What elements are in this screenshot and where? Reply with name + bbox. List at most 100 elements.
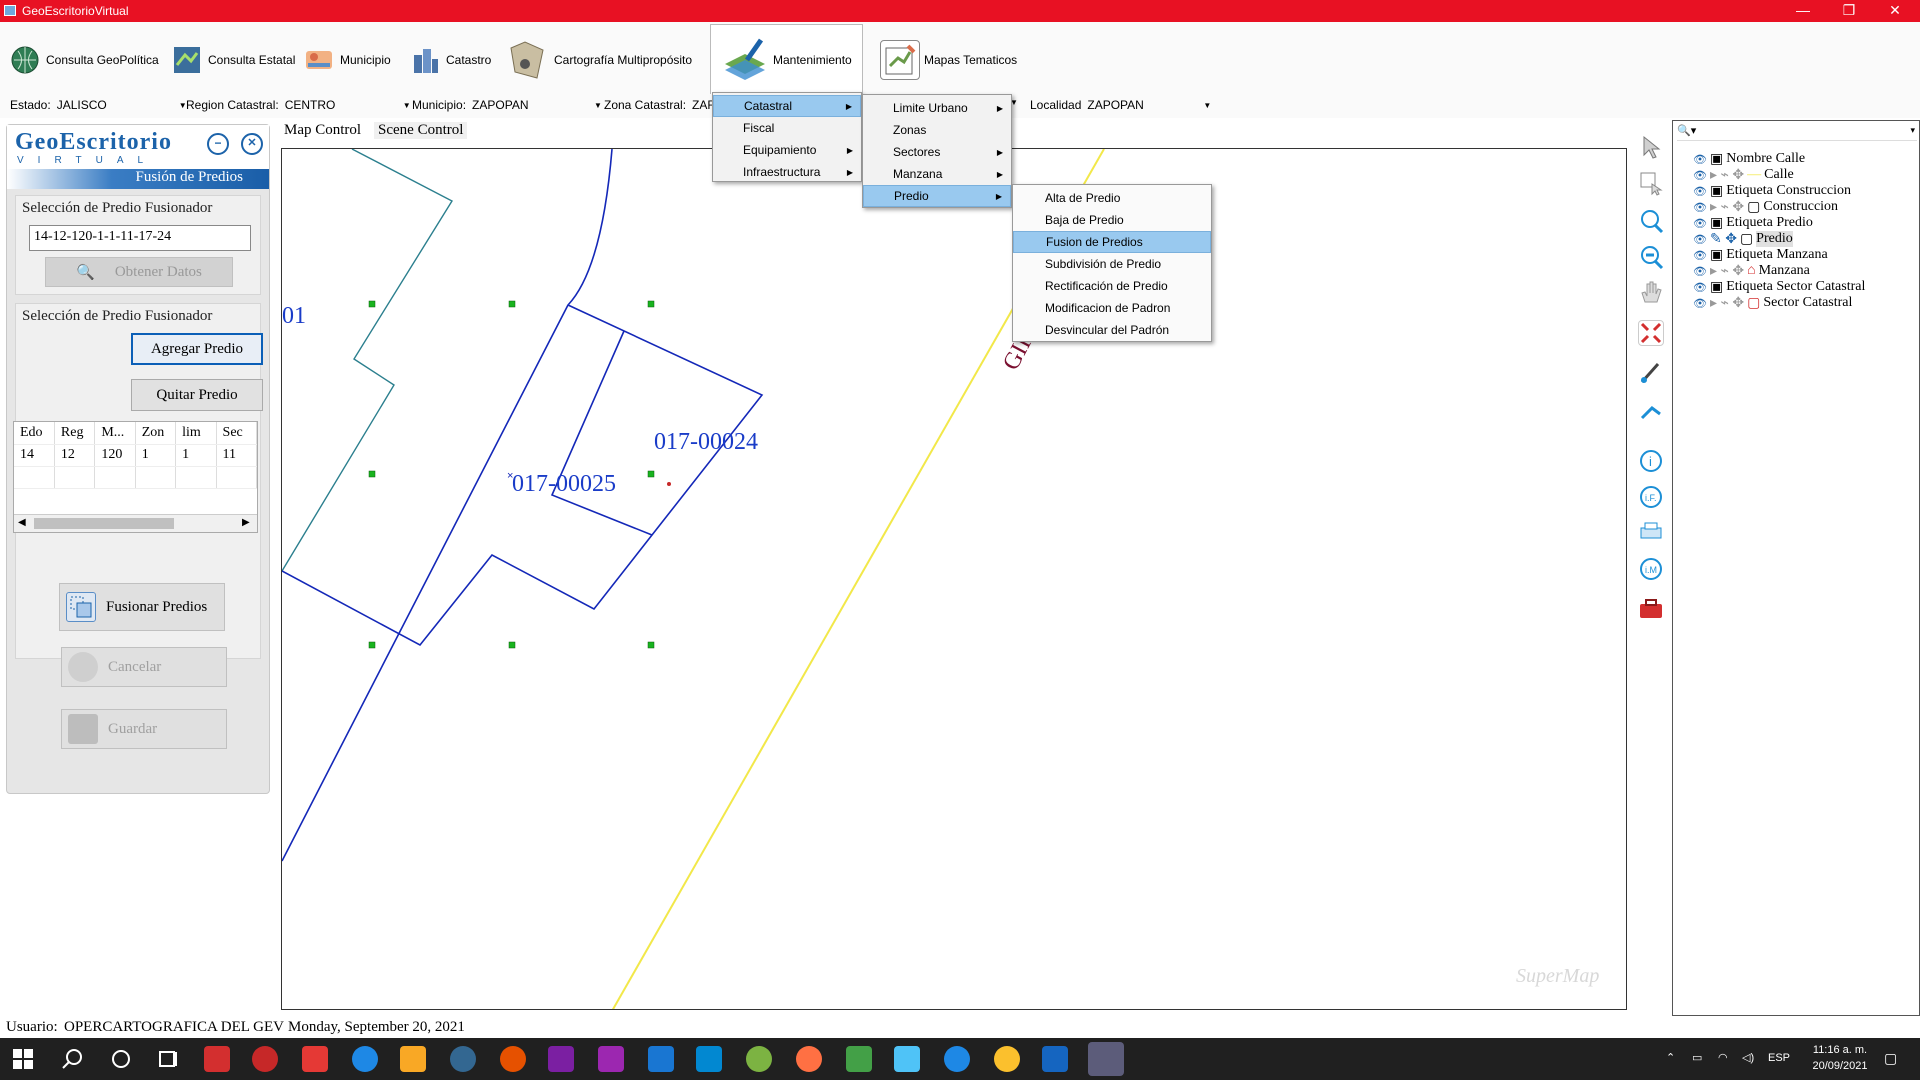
speedtest-icon[interactable]: [944, 1046, 970, 1072]
wifi-icon[interactable]: ◠: [1718, 1051, 1728, 1064]
postgresql-icon[interactable]: [450, 1046, 476, 1072]
tab-map-control[interactable]: Map Control: [280, 122, 366, 141]
select-arrow-icon[interactable]: [1638, 134, 1664, 160]
chevron-down-icon[interactable]: ▾: [1910, 125, 1915, 136]
identify-icon[interactable]: i: [1638, 448, 1664, 474]
layer-item[interactable]: 👁 ▣ Etiqueta Manzana: [1693, 247, 1828, 263]
minimize-button[interactable]: —: [1780, 0, 1826, 22]
guardar-button[interactable]: Guardar: [61, 709, 227, 749]
menu-item-predio[interactable]: Predio ▶: [863, 185, 1011, 207]
clock-date[interactable]: 20/09/2021: [1810, 1060, 1870, 1072]
eye-icon[interactable]: 👁: [1693, 249, 1707, 262]
eye-icon[interactable]: 👁: [1693, 233, 1707, 246]
cancelar-button[interactable]: Cancelar: [61, 647, 227, 687]
menu-item-manzana[interactable]: Manzana ▶: [863, 163, 1011, 185]
obtener-datos-button[interactable]: 🔍 Obtener Datos: [45, 257, 233, 287]
visual-studio-2-icon[interactable]: [598, 1046, 624, 1072]
ribbon-municipio[interactable]: Municipio: [302, 40, 391, 80]
start-icon[interactable]: [10, 1046, 36, 1072]
close-panel-icon[interactable]: ✕: [241, 133, 263, 155]
layer-search[interactable]: 🔍▾ ▾: [1677, 123, 1917, 141]
scroll-right-icon[interactable]: ▶: [242, 517, 250, 528]
task-view-icon[interactable]: [156, 1046, 182, 1072]
ribbon-catastro[interactable]: Catastro: [408, 40, 491, 80]
close-button[interactable]: ✕: [1872, 0, 1918, 22]
layer-item[interactable]: 👁 ▣ Nombre Calle: [1693, 151, 1805, 167]
agregar-predio-button[interactable]: Agregar Predio: [131, 333, 263, 365]
toolbox-icon[interactable]: [1638, 596, 1664, 622]
map-canvas[interactable]: × 017-00024 017-00025 01 GIR SuperMap: [281, 148, 1627, 1010]
clock-time[interactable]: 11:16 a. m.: [1810, 1044, 1870, 1056]
restore-button[interactable]: ❐: [1826, 0, 1872, 22]
word-icon[interactable]: [1042, 1046, 1068, 1072]
ribbon-consulta-geopolitica[interactable]: Consulta GeoPolítica: [8, 40, 159, 80]
pencil-icon[interactable]: ✎ ✥: [1710, 231, 1737, 248]
zoom-in-icon[interactable]: [1638, 208, 1664, 234]
eye-icon[interactable]: 👁: [1693, 153, 1707, 166]
menu-item-infraestructura[interactable]: Infraestructura ▶: [713, 161, 861, 183]
tab-scene-control[interactable]: Scene Control: [374, 122, 468, 139]
menu-item-baja-predio[interactable]: Baja de Predio: [1013, 209, 1211, 231]
pan-hand-icon[interactable]: [1638, 280, 1664, 306]
layer-item[interactable]: 👁 ▣ Etiqueta Sector Catastral: [1693, 279, 1865, 295]
notifications-icon[interactable]: ▢: [1884, 1050, 1897, 1067]
menu-item-limite-urbano[interactable]: Limite Urbano ▶: [863, 97, 1011, 119]
menu-item-equipamiento[interactable]: Equipamiento ▶: [713, 139, 861, 161]
file-explorer-icon[interactable]: [400, 1046, 426, 1072]
quitar-predio-button[interactable]: Quitar Predio: [131, 379, 263, 411]
menu-item-catastral[interactable]: Catastral ▶: [713, 95, 861, 117]
security-app-icon[interactable]: [302, 1046, 328, 1072]
cortana-icon[interactable]: [108, 1046, 134, 1072]
pdf-app-icon[interactable]: [252, 1046, 278, 1072]
firefox-icon[interactable]: [796, 1046, 822, 1072]
eye-icon[interactable]: 👁: [1693, 297, 1707, 310]
menu-item-alta-predio[interactable]: Alta de Predio: [1013, 187, 1211, 209]
localidad-select[interactable]: Localidad ZAPOPAN ▼: [1030, 98, 1211, 112]
zoom-out-icon[interactable]: [1638, 244, 1664, 270]
geoescritorio-taskbar-icon[interactable]: [1088, 1042, 1124, 1076]
menu-item-rectificacion[interactable]: Rectificación de Predio: [1013, 275, 1211, 297]
zona-select[interactable]: Zona Catastral: ZAF: [604, 98, 715, 112]
layer-item[interactable]: 👁 ▸ ⌁ ✥ ⌂ Manzana: [1693, 263, 1810, 279]
ribbon-mantenimiento[interactable]: Mantenimiento: [710, 24, 863, 94]
battery-icon[interactable]: ▭: [1692, 1051, 1702, 1064]
chrome-canary-icon[interactable]: [500, 1046, 526, 1072]
scroll-left-icon[interactable]: ◀: [18, 517, 26, 528]
layer-item[interactable]: 👁 ▸ ⌁ ✥ ▢ Construccion: [1693, 199, 1838, 215]
scroll-thumb[interactable]: [34, 518, 174, 529]
estado-select[interactable]: Estado: JALISCO ▼: [10, 98, 187, 112]
municipio-select[interactable]: Municipio: ZAPOPAN ▼: [412, 98, 602, 112]
clave-catastral-input[interactable]: 14-12-120-1-1-11-17-24: [29, 225, 251, 251]
notepad-icon[interactable]: [846, 1046, 872, 1072]
layer-item[interactable]: 👁 ✎ ✥ ▢ Predio: [1693, 231, 1793, 247]
draw-polygon-icon[interactable]: [1638, 398, 1664, 424]
select-rectangle-icon[interactable]: [1638, 170, 1664, 196]
eye-icon[interactable]: 👁: [1693, 281, 1707, 294]
network-tool-icon[interactable]: [894, 1046, 920, 1072]
eye-icon[interactable]: 👁: [1693, 169, 1707, 182]
eye-icon[interactable]: 👁: [1693, 201, 1707, 214]
fusionar-predios-button[interactable]: Fusionar Predios: [59, 583, 225, 631]
menu-item-fiscal[interactable]: Fiscal: [713, 117, 861, 139]
layer-item[interactable]: 👁 ▸ ⌁ ✥ — Calle: [1693, 167, 1794, 183]
ribbon-mapas-tematicos[interactable]: Mapas Tematicos: [880, 40, 1017, 80]
edit-vertex-icon[interactable]: [1638, 360, 1664, 386]
print-icon[interactable]: [1638, 520, 1664, 546]
edge-icon[interactable]: [352, 1046, 378, 1072]
menu-item-desvincular-padron[interactable]: Desvincular del Padrón: [1013, 319, 1211, 341]
full-extent-icon[interactable]: [1638, 320, 1664, 346]
predios-table[interactable]: Edo Reg M... Zon lim Sec 14 12 120 1 1 1…: [13, 421, 258, 533]
visual-studio-icon[interactable]: [548, 1046, 574, 1072]
menu-item-modificacion-padron[interactable]: Modificacion de Padron: [1013, 297, 1211, 319]
menu-item-sectores[interactable]: Sectores ▶: [863, 141, 1011, 163]
volume-icon[interactable]: ◁): [1742, 1051, 1754, 1064]
dbeaver-icon[interactable]: [696, 1046, 722, 1072]
ribbon-consulta-estatal[interactable]: Consulta Estatal: [170, 40, 295, 80]
layer-item[interactable]: 👁 ▣ Etiqueta Construccion: [1693, 183, 1851, 199]
menu-item-fusion-predios[interactable]: Fusion de Predios: [1013, 231, 1211, 253]
info-f-icon[interactable]: i.F.: [1638, 484, 1664, 510]
table-row[interactable]: 14 12 120 1 1 11: [14, 444, 258, 467]
info-m-icon[interactable]: i.M: [1638, 556, 1664, 582]
tray-chevron-icon[interactable]: ⌃: [1666, 1051, 1675, 1064]
layer-item[interactable]: 👁 ▣ Etiqueta Predio: [1693, 215, 1813, 231]
